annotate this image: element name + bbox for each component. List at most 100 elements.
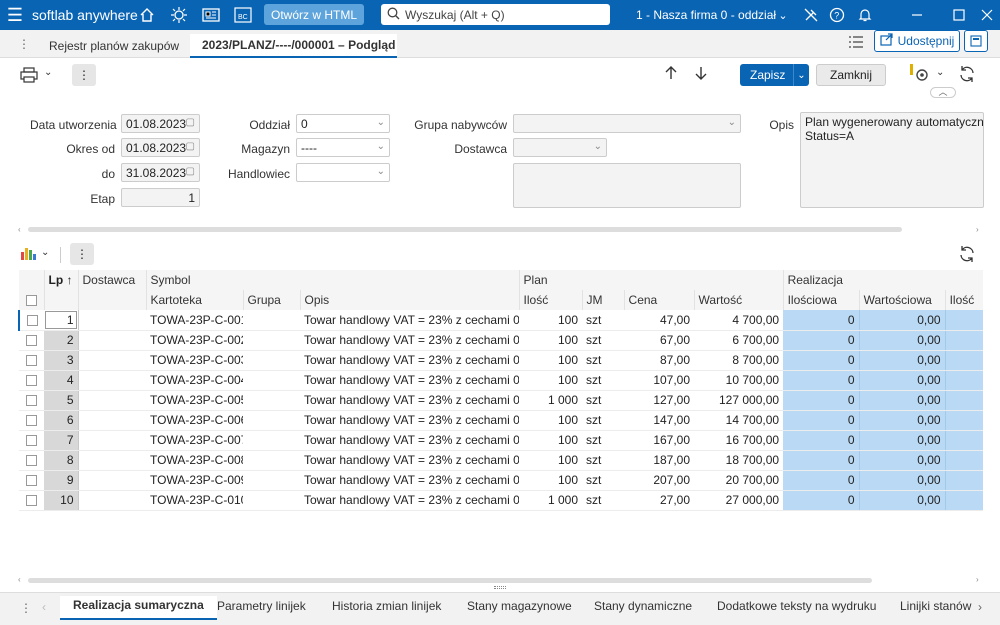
grid-more-menu-button[interactable]: ⋮: [70, 243, 94, 265]
cell-jm[interactable]: szt: [582, 390, 625, 411]
bottom-tabs-left-icon[interactable]: ‹: [42, 600, 46, 614]
cell-dostawca[interactable]: [78, 410, 146, 431]
cell-jm[interactable]: szt: [582, 310, 625, 331]
cell-cena[interactable]: 87,00: [624, 350, 695, 371]
cell-kartoteka[interactable]: TOWA-23P-C-001: [146, 310, 243, 331]
select-all-checkbox[interactable]: [25, 295, 37, 307]
cell-opis[interactable]: Towar handlowy VAT = 23% z cechami 004: [300, 370, 520, 391]
cell-dostawca[interactable]: [78, 350, 146, 371]
row-checkbox[interactable]: [26, 475, 37, 487]
row-checkbox[interactable]: [26, 495, 37, 507]
row-select[interactable]: [19, 410, 44, 431]
row-select[interactable]: [19, 370, 44, 391]
cell-ilosc2[interactable]: [945, 310, 983, 331]
row-select[interactable]: [19, 330, 44, 351]
select-all-header[interactable]: [19, 290, 45, 310]
cell-ilosciowa[interactable]: 0: [783, 370, 860, 391]
table-row[interactable]: 1 TOWA-23P-C-001 Towar handlowy VAT = 23% …: [18, 310, 983, 331]
minimize-icon[interactable]: [902, 0, 932, 30]
cell-ilosc2[interactable]: [945, 450, 983, 471]
row-select[interactable]: [18, 310, 44, 331]
cell-jm[interactable]: szt: [582, 410, 625, 431]
cell-ilosciowa[interactable]: 0: [783, 310, 860, 331]
cell-kartoteka[interactable]: TOWA-23P-C-008: [146, 450, 243, 471]
col-lp-header[interactable]: Lp ↑: [44, 270, 79, 290]
cell-wartosciowa[interactable]: 0,00: [859, 470, 946, 491]
chart-chevron-icon[interactable]: ⌄: [41, 247, 49, 258]
cell-kartoteka[interactable]: TOWA-23P-C-003: [146, 350, 243, 371]
row-select[interactable]: [19, 490, 44, 511]
close-panel-button[interactable]: [964, 30, 988, 52]
calendar-icon[interactable]: ▢: [186, 141, 195, 152]
table-row[interactable]: 5 TOWA-23P-C-005 Towar handlowy VAT = 23% …: [19, 390, 983, 411]
settings-warning-icon[interactable]: [909, 63, 931, 86]
calendar-icon[interactable]: ▢: [186, 166, 195, 177]
warehouse-select[interactable]: ---- ⌄: [296, 138, 390, 157]
cell-opis[interactable]: Towar handlowy VAT = 23% z cechami 001: [300, 310, 520, 331]
tab-register[interactable]: Rejestr planów zakupów: [37, 34, 191, 58]
cell-wartosciowa[interactable]: 0,00: [859, 430, 946, 451]
cell-cena[interactable]: 207,00: [624, 470, 695, 491]
cell-grupa[interactable]: [243, 490, 300, 511]
cell-lp[interactable]: 5: [44, 390, 79, 411]
row-select[interactable]: [19, 390, 44, 411]
tab-parametry-linijek[interactable]: Parametry linijek: [217, 599, 306, 613]
cell-kartoteka[interactable]: TOWA-23P-C-002: [146, 330, 243, 351]
cell-wartosc[interactable]: 18 700,00: [694, 450, 784, 471]
cell-wartosc[interactable]: 8 700,00: [694, 350, 784, 371]
row-checkbox[interactable]: [26, 415, 37, 427]
tab-dodatkowe-teksty[interactable]: Dodatkowe teksty na wydruku: [717, 599, 876, 613]
cell-dostawca[interactable]: [78, 430, 146, 451]
cell-wartosc[interactable]: 127 000,00: [694, 390, 784, 411]
cell-opis[interactable]: Towar handlowy VAT = 23% z cechami 008: [300, 450, 520, 471]
cell-dostawca[interactable]: [78, 470, 146, 491]
cell-grupa[interactable]: [243, 390, 300, 411]
cell-cena[interactable]: 107,00: [624, 370, 695, 391]
cell-opis[interactable]: Towar handlowy VAT = 23% z cechami 002: [300, 330, 520, 351]
cell-jm[interactable]: szt: [582, 330, 625, 351]
save-button[interactable]: Zapisz ⌄: [740, 64, 809, 86]
cell-ilosciowa[interactable]: 0: [783, 390, 860, 411]
col-grupa-header[interactable]: Grupa: [243, 290, 301, 310]
settings-chevron-icon[interactable]: ⌄: [936, 67, 944, 78]
cell-dostawca[interactable]: [78, 450, 146, 471]
news-icon[interactable]: [196, 0, 226, 30]
cell-jm[interactable]: szt: [582, 350, 625, 371]
salesman-select[interactable]: ⌄: [296, 163, 390, 182]
bc-icon[interactable]: BC: [228, 0, 258, 30]
cell-dostawca[interactable]: [78, 490, 146, 511]
refresh-icon[interactable]: [958, 65, 976, 86]
col-kartoteka-header[interactable]: Kartoteka: [146, 290, 244, 310]
table-row[interactable]: 9 TOWA-23P-C-009 Towar handlowy VAT = 23% …: [19, 470, 983, 491]
cell-wartosc[interactable]: 16 700,00: [694, 430, 784, 451]
open-html-button[interactable]: Otwórz w HTML: [264, 4, 364, 25]
cell-ilosc2[interactable]: [945, 410, 983, 431]
cell-ilosc2[interactable]: [945, 430, 983, 451]
supplier-select[interactable]: ⌄: [513, 138, 607, 157]
list-view-icon[interactable]: [848, 35, 864, 52]
cell-wartosc[interactable]: 27 000,00: [694, 490, 784, 511]
cell-ilosc[interactable]: 100: [519, 370, 583, 391]
cell-wartosciowa[interactable]: 0,00: [859, 350, 946, 371]
cell-jm[interactable]: szt: [582, 370, 625, 391]
cell-cena[interactable]: 47,00: [624, 310, 695, 331]
cell-cena[interactable]: 67,00: [624, 330, 695, 351]
cell-kartoteka[interactable]: TOWA-23P-C-005: [146, 390, 243, 411]
cell-wartosciowa[interactable]: 0,00: [859, 390, 946, 411]
cell-opis[interactable]: Towar handlowy VAT = 23% z cechami 005: [300, 390, 520, 411]
tabs-menu-icon[interactable]: ⋮: [18, 37, 30, 51]
cell-ilosc[interactable]: 100: [519, 470, 583, 491]
cell-cena[interactable]: 127,00: [624, 390, 695, 411]
tab-linijki-stanow[interactable]: Linijki stanów: [900, 599, 971, 613]
cell-jm[interactable]: szt: [582, 490, 625, 511]
cell-opis[interactable]: Towar handlowy VAT = 23% z cechami 009: [300, 470, 520, 491]
cell-ilosciowa[interactable]: 0: [783, 430, 860, 451]
cell-ilosc[interactable]: 100: [519, 410, 583, 431]
cell-grupa[interactable]: [243, 370, 300, 391]
weather-icon[interactable]: [164, 0, 194, 30]
cell-grupa[interactable]: [243, 330, 300, 351]
cell-kartoteka[interactable]: TOWA-23P-C-010: [146, 490, 243, 511]
period-to-field[interactable]: 31.08.2023 ▢: [121, 163, 200, 182]
row-select[interactable]: [19, 470, 44, 491]
cell-wartosc[interactable]: 6 700,00: [694, 330, 784, 351]
